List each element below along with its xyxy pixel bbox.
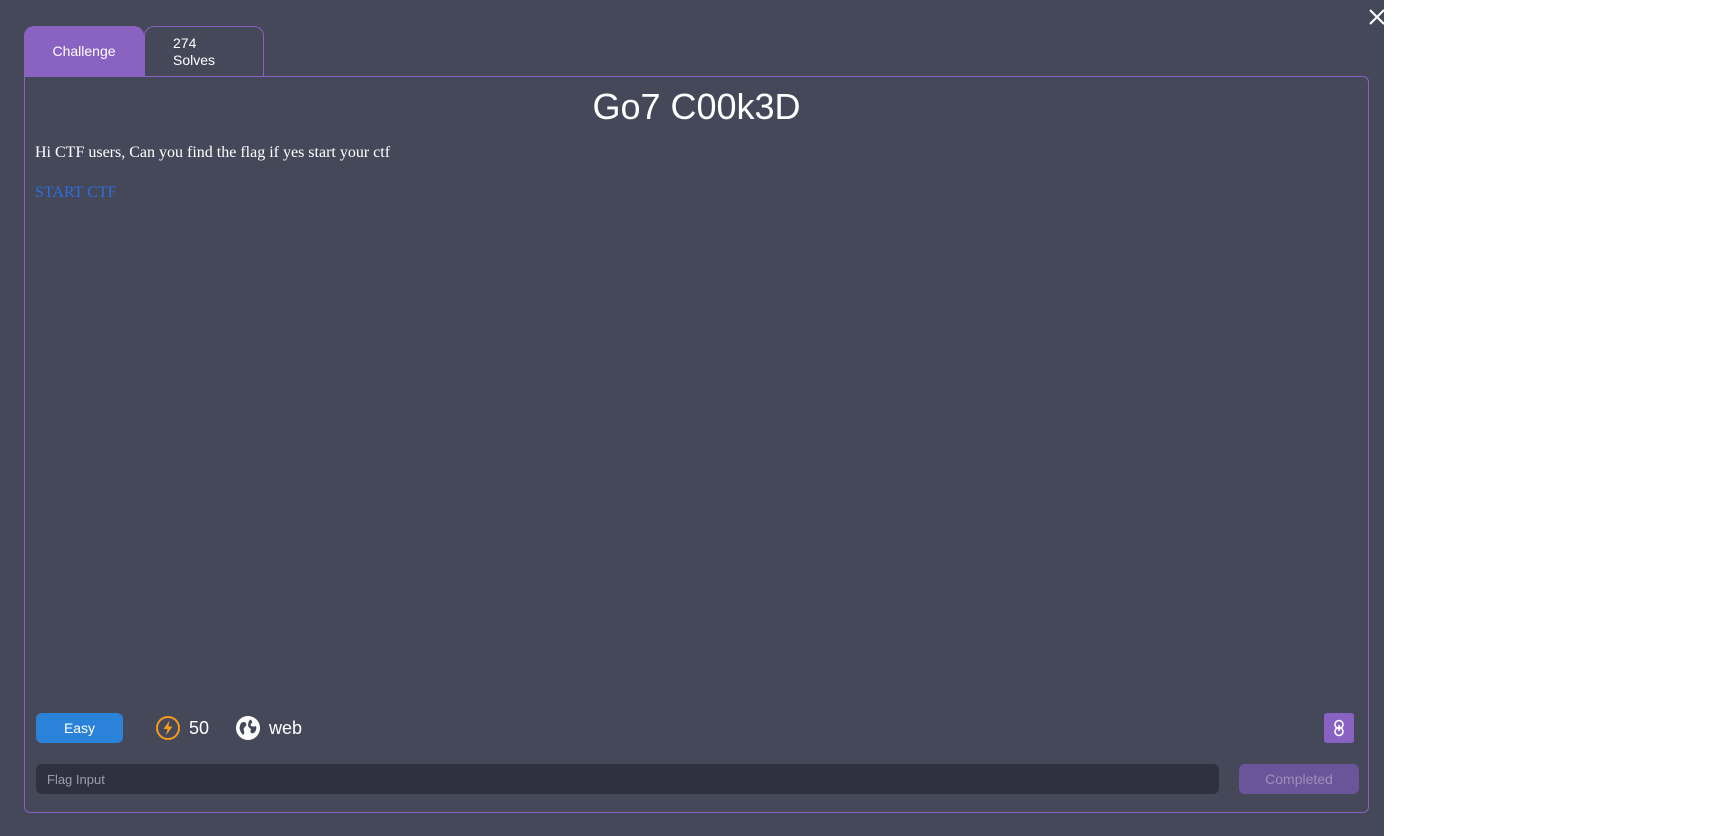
difficulty-badge: Easy	[36, 713, 123, 743]
solves-count: 274	[173, 34, 197, 51]
category-value: web	[269, 717, 303, 738]
tab-challenge-label: Challenge	[52, 43, 116, 59]
tab-solves[interactable]: 274 Solves	[144, 26, 264, 76]
challenge-tabs: Challenge 274 Solves	[24, 26, 264, 76]
challenge-modal: Challenge 274 Solves Go7 C00k3D Hi CTF u…	[0, 0, 1385, 836]
link-icon	[1334, 719, 1344, 737]
completed-button[interactable]: Completed	[1239, 764, 1359, 794]
link-button[interactable]	[1324, 713, 1354, 743]
flag-input[interactable]	[36, 764, 1219, 794]
challenge-points: 50	[155, 715, 209, 741]
challenge-panel: Go7 C00k3D Hi CTF users, Can you find th…	[24, 76, 1369, 813]
tab-challenge[interactable]: Challenge	[24, 26, 144, 76]
lightning-icon	[156, 716, 180, 740]
globe-icon	[236, 716, 260, 740]
challenge-title: Go7 C00k3D	[592, 86, 801, 127]
points-value: 50	[189, 717, 210, 738]
solves-label: Solves	[173, 51, 216, 68]
challenge-description: Hi CTF users, Can you find the flag if y…	[35, 144, 391, 161]
close-icon[interactable]	[1366, 6, 1388, 28]
challenge-category: web	[235, 715, 302, 741]
start-ctf-link[interactable]: START CTF	[35, 184, 116, 202]
